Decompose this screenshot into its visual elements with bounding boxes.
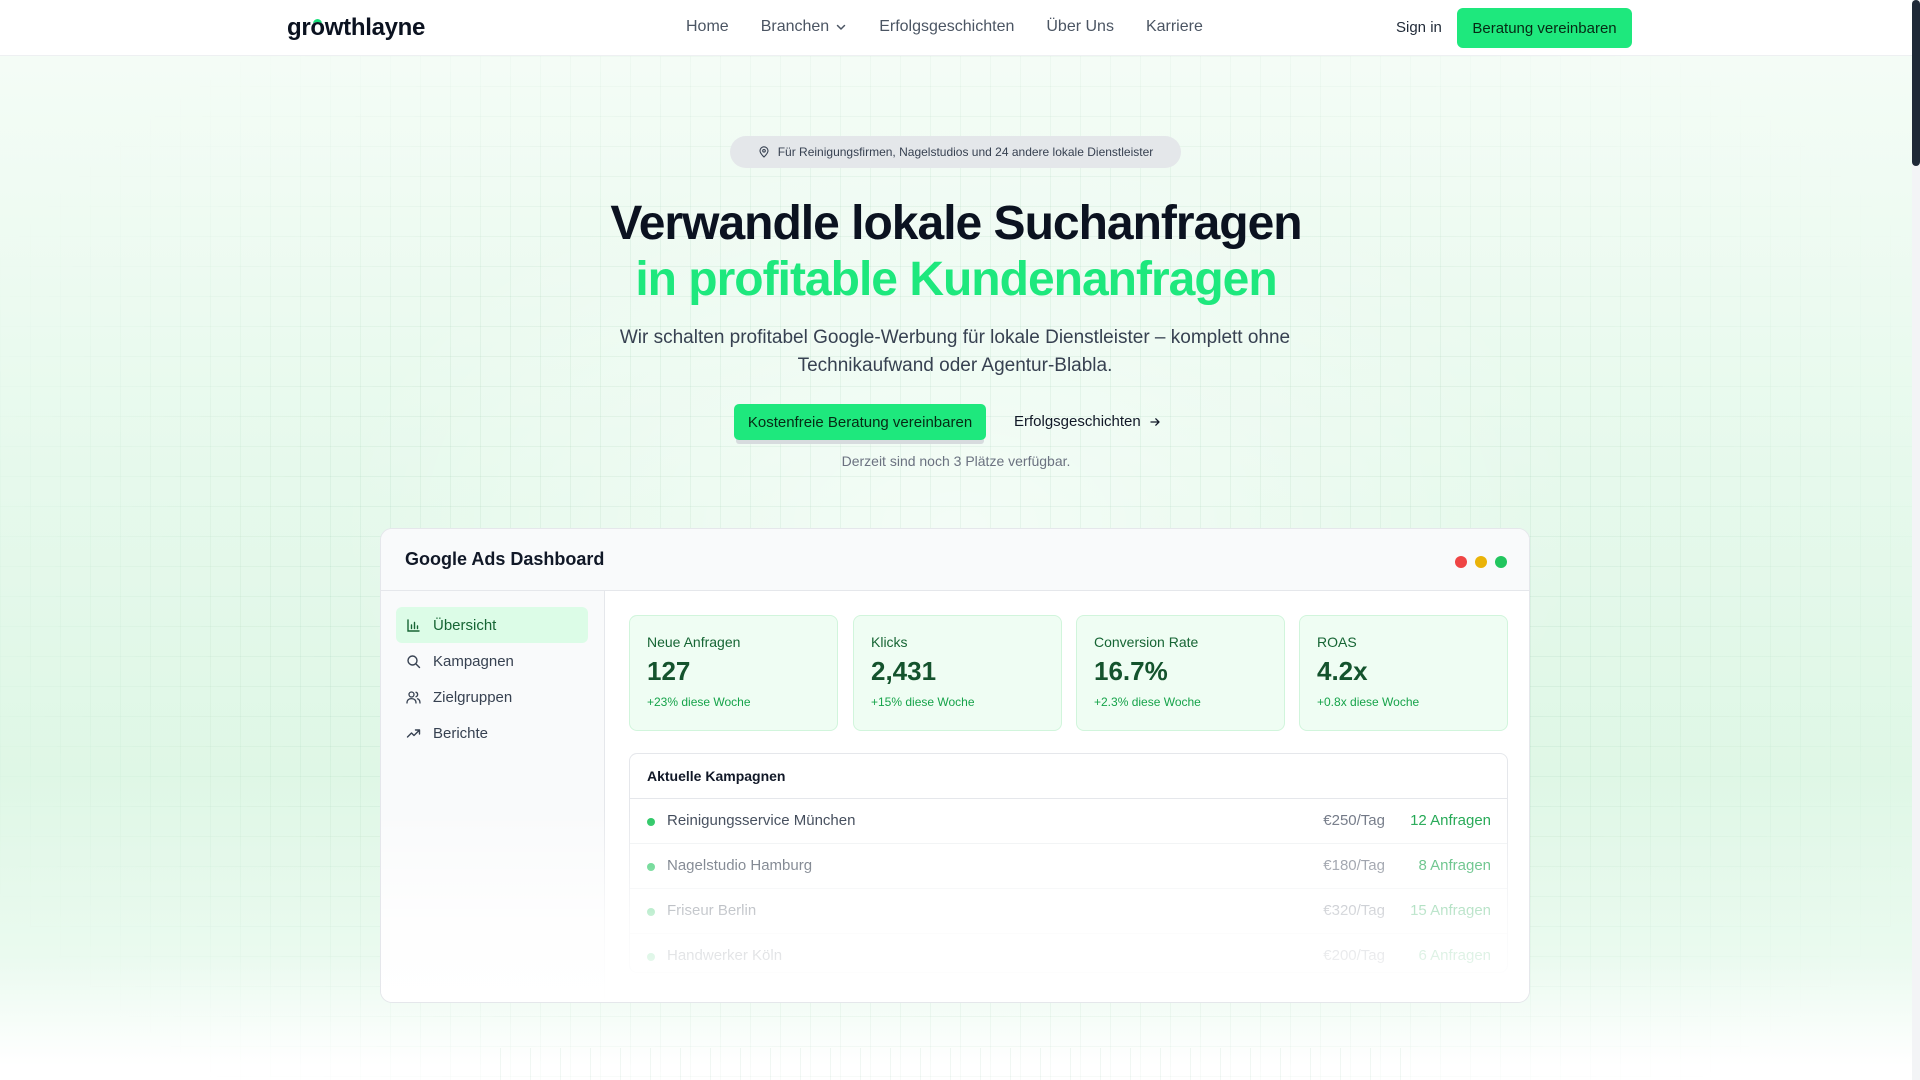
arrow-right-icon xyxy=(1150,417,1160,426)
hero-title-line-2: in profitable Kundenanfragen xyxy=(635,253,1277,306)
nav-link-ueber-uns[interactable]: Über Uns xyxy=(1046,18,1114,36)
stat-label: Conversion Rate xyxy=(1094,634,1199,650)
campaign-status-dot xyxy=(647,953,655,961)
availability-note: Derzeit sind noch 3 Plätze verfügbar. xyxy=(841,453,1071,469)
stat-label: Klicks xyxy=(871,634,908,650)
stat-card-roas: ROAS 4.2x +0.8x diese Woche xyxy=(1299,615,1508,731)
stat-value: 2,431 xyxy=(871,656,937,686)
search-icon xyxy=(407,654,421,668)
dashboard-header: Google Ads Dashboard xyxy=(381,529,1529,591)
stat-label: ROAS xyxy=(1317,634,1357,650)
stat-label: Neue Anfragen xyxy=(647,634,741,650)
stat-card-conversion-rate: Conversion Rate 16.7% +2.3% diese Woche xyxy=(1076,615,1285,731)
window-dot-red xyxy=(1455,556,1467,568)
footer-grid-pattern xyxy=(500,1048,1420,1080)
campaign-status-dot xyxy=(647,863,655,871)
success-stories-link[interactable]: Erfolgsgeschichten xyxy=(1014,413,1161,430)
sidebar-item-uebersicht[interactable]: Übersicht xyxy=(396,607,588,643)
stat-delta: +2.3% diese Woche xyxy=(1094,695,1201,709)
nav-links: Home Branchen Erfolgsgeschichten Über Un… xyxy=(686,18,1235,36)
campaign-name: Nagelstudio Hamburg xyxy=(667,857,813,874)
campaign-name: Reinigungsservice München xyxy=(667,812,856,829)
logo[interactable]: growthlayne xyxy=(287,14,425,42)
window-dot-yellow xyxy=(1475,556,1487,568)
stat-delta: +15% diese Woche xyxy=(871,695,975,709)
campaign-row[interactable]: Nagelstudio Hamburg €180/Tag 8 Anfragen xyxy=(630,844,1507,889)
trending-up-icon xyxy=(406,728,421,738)
sidebar-item-label: Übersicht xyxy=(433,616,497,634)
campaign-budget: €250/Tag xyxy=(1323,812,1385,829)
hero-subtitle: Wir schalten profitabel Google-Werbung f… xyxy=(619,327,1291,376)
nav-link-erfolgsgeschichten[interactable]: Erfolgsgeschichten xyxy=(879,18,1014,36)
campaign-requests: 12 Anfragen xyxy=(1410,812,1491,829)
campaign-name: Friseur Berlin xyxy=(667,902,757,919)
sidebar-item-berichte[interactable]: Berichte xyxy=(396,715,588,751)
map-pin-icon xyxy=(759,146,769,158)
stat-delta: +23% diese Woche xyxy=(647,695,751,709)
dashboard-sidebar: Übersicht Kampagnen Zielgruppen Berichte xyxy=(381,591,605,1002)
campaign-row[interactable]: Handwerker Köln €200/Tag 6 Anfragen xyxy=(630,934,1507,972)
campaign-row[interactable]: Friseur Berlin €320/Tag 15 Anfragen xyxy=(630,889,1507,934)
sidebar-item-zielgruppen[interactable]: Zielgruppen xyxy=(396,679,588,715)
nav-link-karriere[interactable]: Karriere xyxy=(1146,18,1203,36)
campaign-row[interactable]: Reinigungsservice München €250/Tag 12 An… xyxy=(630,799,1507,844)
campaign-requests: 6 Anfragen xyxy=(1418,947,1491,964)
campaigns-title: Aktuelle Kampagnen xyxy=(630,754,1507,799)
campaign-status-dot xyxy=(647,908,655,916)
hero-title-line-1: Verwandle lokale Suchanfragen xyxy=(610,197,1302,250)
chevron-down-icon xyxy=(836,24,846,30)
nav-link-branchen[interactable]: Branchen xyxy=(761,18,848,36)
free-consultation-button[interactable]: Kostenfreie Beratung vereinbaren xyxy=(734,404,986,440)
stat-value: 127 xyxy=(647,656,691,686)
sidebar-item-label: Zielgruppen xyxy=(433,688,513,706)
top-navigation: growthlayne Home Branchen Erfolgsgeschic… xyxy=(0,0,1912,56)
campaign-budget: €320/Tag xyxy=(1323,902,1385,919)
users-icon xyxy=(406,690,421,704)
nav-link-branchen-label: Branchen xyxy=(760,18,830,35)
dashboard-title: Google Ads Dashboard xyxy=(405,549,605,569)
google-ads-dashboard: Google Ads Dashboard Übersicht Kampagnen… xyxy=(380,528,1530,1003)
window-dot-green xyxy=(1495,556,1507,568)
campaign-budget: €200/Tag xyxy=(1323,947,1385,964)
sidebar-item-label: Berichte xyxy=(433,724,489,742)
stat-value: 16.7% xyxy=(1094,656,1168,686)
sign-in-link[interactable]: Sign in xyxy=(1396,19,1442,36)
campaign-status-dot xyxy=(647,818,655,826)
campaign-budget: €180/Tag xyxy=(1323,857,1385,874)
target-audience-text: Für Reinigungsfirmen, Nagelstudios und 2… xyxy=(777,145,1154,159)
stat-card-neue-anfragen: Neue Anfragen 127 +23% diese Woche xyxy=(629,615,838,731)
campaign-requests: 15 Anfragen xyxy=(1410,902,1491,919)
nav-link-home[interactable]: Home xyxy=(686,18,729,36)
sidebar-item-label: Kampagnen xyxy=(433,652,514,670)
book-consultation-button[interactable]: Beratung vereinbaren xyxy=(1457,8,1632,48)
campaign-requests: 8 Anfragen xyxy=(1418,857,1491,874)
success-stories-label: Erfolgsgeschichten xyxy=(1014,413,1141,430)
campaigns-panel: Aktuelle Kampagnen Reinigungsservice Mün… xyxy=(629,753,1508,973)
stat-value: 4.2x xyxy=(1317,656,1368,686)
stat-delta: +0.8x diese Woche xyxy=(1317,695,1420,709)
stat-card-klicks: Klicks 2,431 +15% diese Woche xyxy=(853,615,1062,731)
campaign-name: Handwerker Köln xyxy=(667,947,783,964)
bar-chart-icon xyxy=(407,618,420,632)
target-audience-badge: Für Reinigungsfirmen, Nagelstudios und 2… xyxy=(730,136,1181,168)
sidebar-item-kampagnen[interactable]: Kampagnen xyxy=(396,643,588,679)
page-scrollbar-thumb[interactable] xyxy=(1912,0,1920,166)
